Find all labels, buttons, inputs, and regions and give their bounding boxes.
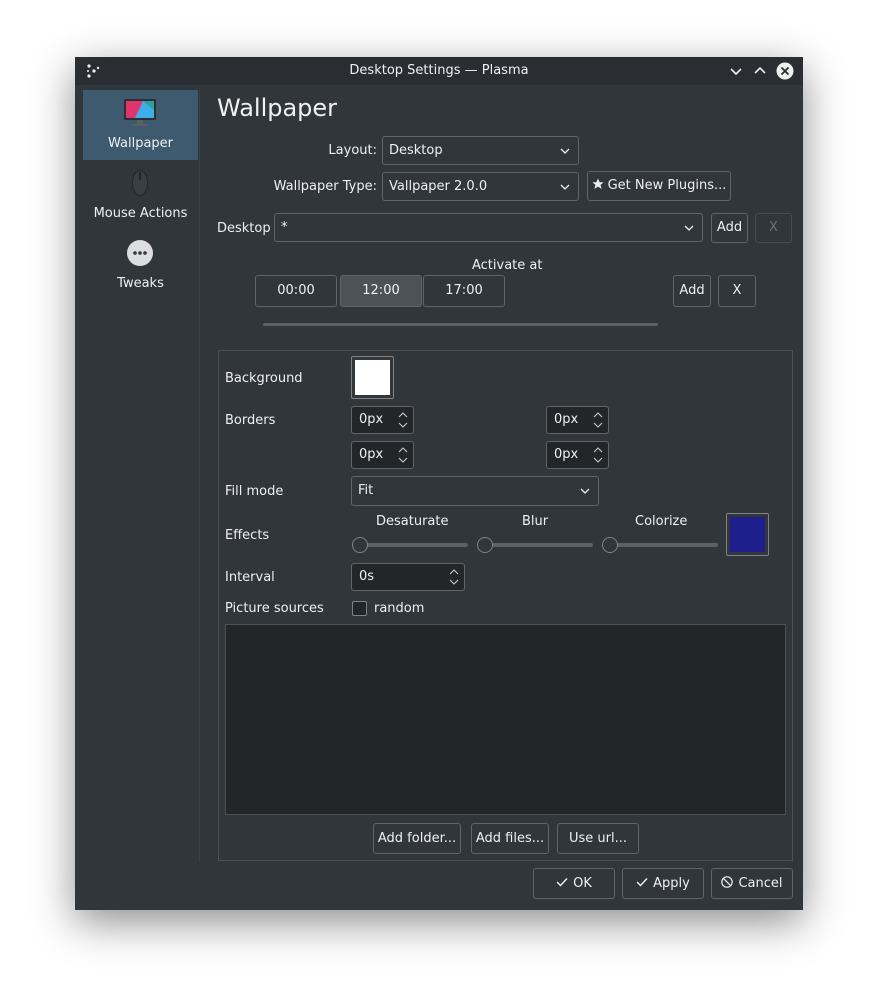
spin-arrows-icon[interactable]: [593, 410, 603, 430]
chevron-down-icon: [560, 184, 570, 190]
sidebar-item-label: Mouse Actions: [93, 206, 188, 221]
settings-window: Desktop Settings — Plasma Wallpaper Mous…: [75, 57, 803, 910]
star-icon: [592, 178, 604, 189]
picture-sources-label: Picture sources: [225, 601, 324, 616]
spin-arrows-icon[interactable]: [398, 445, 408, 465]
desktop-value: *: [281, 220, 288, 235]
desaturate-label: Desaturate: [376, 514, 449, 529]
spin-arrows-icon[interactable]: [449, 567, 459, 587]
desktop-label: Desktop: [217, 221, 271, 236]
chevron-down-icon: [580, 488, 590, 494]
background-label: Background: [225, 371, 303, 386]
interval-spinbox[interactable]: 0s: [351, 563, 465, 591]
spin-arrows-icon[interactable]: [398, 410, 408, 430]
time-scrollbar[interactable]: [263, 323, 658, 326]
interval-label: Interval: [225, 570, 275, 585]
border-right-spinbox[interactable]: 0px: [546, 406, 609, 434]
colorize-color-button[interactable]: [726, 513, 769, 556]
cancel-label: Cancel: [738, 876, 783, 891]
more-icon: [127, 240, 153, 266]
cancel-icon: [721, 876, 734, 888]
colorize-slider-handle[interactable]: [602, 537, 618, 553]
minimize-button[interactable]: [727, 62, 745, 80]
monitor-icon: [124, 99, 156, 126]
ok-label: OK: [573, 876, 592, 891]
desaturate-slider-handle[interactable]: [352, 537, 368, 553]
borders-label: Borders: [225, 413, 276, 428]
window-title: Desktop Settings — Plasma: [349, 63, 529, 78]
desktop-combo[interactable]: *: [274, 213, 703, 242]
mouse-icon: [132, 170, 148, 196]
border-left-spinbox[interactable]: 0px: [546, 441, 609, 469]
border-bottom-spinbox[interactable]: 0px: [351, 441, 414, 469]
wallpaper-type-value: Vallpaper 2.0.0: [389, 179, 488, 194]
background-color-button[interactable]: [351, 356, 394, 399]
sidebar: Wallpaper Mouse Actions Tweaks: [83, 90, 200, 862]
spin-arrows-icon[interactable]: [593, 445, 603, 465]
layout-combo[interactable]: Desktop: [382, 136, 579, 165]
interval-value: 0s: [359, 569, 375, 584]
picture-sources-list[interactable]: [225, 624, 786, 815]
wallpaper-type-combo[interactable]: Vallpaper 2.0.0: [382, 172, 579, 201]
page-title: Wallpaper: [217, 94, 338, 122]
border-right-value: 0px: [554, 412, 579, 427]
fill-mode-combo[interactable]: Fit: [351, 476, 599, 506]
chevron-down-icon: [684, 225, 694, 231]
check-icon: [636, 878, 648, 887]
add-folder-button[interactable]: Add folder...: [373, 823, 461, 854]
sidebar-item-tweaks[interactable]: Tweaks: [83, 230, 198, 300]
background-color-swatch: [355, 360, 390, 395]
time-add-button[interactable]: Add: [673, 275, 711, 307]
activate-at-label: Activate at: [472, 258, 543, 273]
time-button-1200[interactable]: 12:00: [340, 275, 422, 307]
maximize-button[interactable]: [751, 62, 769, 80]
sidebar-item-wallpaper[interactable]: Wallpaper: [83, 90, 198, 160]
apply-label: Apply: [653, 876, 690, 891]
fill-mode-label: Fill mode: [225, 484, 284, 499]
border-top-value: 0px: [359, 412, 384, 427]
border-top-spinbox[interactable]: 0px: [351, 406, 414, 434]
layout-value: Desktop: [389, 143, 443, 158]
get-new-plugins-label: Get New Plugins...: [607, 178, 727, 193]
wallpaper-type-label: Wallpaper Type:: [273, 179, 377, 194]
desaturate-slider-track[interactable]: [352, 543, 468, 547]
effects-label: Effects: [225, 528, 270, 543]
cancel-button[interactable]: Cancel: [711, 868, 793, 899]
random-label[interactable]: random: [374, 601, 424, 616]
apply-button[interactable]: Apply: [622, 868, 704, 899]
colorize-color-swatch: [730, 517, 765, 552]
title-bar: Desktop Settings — Plasma: [75, 57, 803, 85]
blur-slider-handle[interactable]: [477, 537, 493, 553]
time-button-0000[interactable]: 00:00: [255, 275, 337, 307]
random-checkbox[interactable]: [352, 601, 367, 616]
add-files-button[interactable]: Add files...: [471, 823, 549, 854]
use-url-button[interactable]: Use url...: [557, 823, 639, 854]
ok-button[interactable]: OK: [533, 868, 615, 899]
close-button[interactable]: [776, 62, 794, 80]
time-remove-button[interactable]: X: [718, 275, 756, 307]
sidebar-item-mouse-actions[interactable]: Mouse Actions: [83, 160, 198, 230]
get-new-plugins-button[interactable]: Get New Plugins...: [587, 171, 731, 201]
desktop-add-button[interactable]: Add: [711, 213, 748, 243]
colorize-label: Colorize: [635, 514, 688, 529]
sidebar-item-label: Tweaks: [117, 276, 164, 291]
blur-label: Blur: [522, 514, 549, 529]
layout-label: Layout:: [328, 143, 377, 158]
sidebar-item-label: Wallpaper: [107, 136, 174, 151]
border-left-value: 0px: [554, 447, 579, 462]
fill-mode-value: Fit: [358, 483, 374, 498]
border-bottom-value: 0px: [359, 447, 384, 462]
desktop-remove-button[interactable]: X: [755, 213, 792, 243]
time-button-1700[interactable]: 17:00: [423, 275, 505, 307]
blur-slider-track[interactable]: [477, 543, 593, 547]
chevron-down-icon: [560, 148, 570, 154]
colorize-slider-track[interactable]: [602, 543, 718, 547]
check-icon: [556, 878, 568, 887]
